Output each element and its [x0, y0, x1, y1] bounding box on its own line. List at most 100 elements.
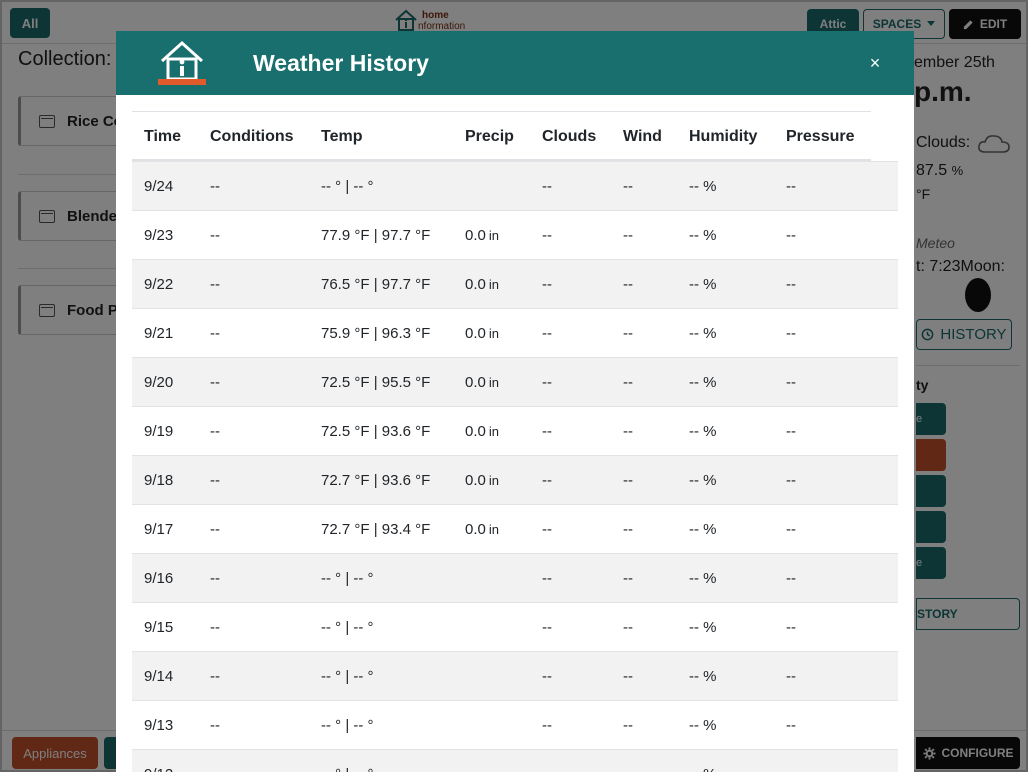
- column-header-humidity[interactable]: Humidity: [689, 112, 757, 161]
- precip-unit: in: [488, 277, 499, 292]
- column-header-conditions[interactable]: Conditions: [210, 112, 294, 161]
- cell-precip: 0.0 in: [465, 407, 499, 456]
- cell-temp: -- ° | -- °: [321, 178, 374, 195]
- cell-clouds: --: [542, 178, 552, 195]
- cell-clouds: --: [542, 717, 552, 734]
- column-header-wind[interactable]: Wind: [623, 112, 662, 161]
- cell-temp: 72.5 °F | 95.5 °F: [321, 374, 431, 391]
- column-header-clouds[interactable]: Clouds: [542, 112, 596, 161]
- cell-time: 9/20: [144, 374, 174, 391]
- cell-clouds: --: [542, 423, 552, 440]
- cell-time: 9/19: [144, 423, 174, 440]
- cell-time: 9/16: [144, 570, 174, 587]
- cell-pressure: --: [786, 750, 796, 772]
- precip-unit: in: [488, 522, 499, 537]
- cell-pressure: --: [786, 668, 796, 685]
- table-row: 9/20 -- 72.5 °F | 95.5 °F 0.0 in -- -- --…: [132, 357, 898, 406]
- table-row: 9/14 -- -- ° | -- ° -- -- -- % --: [132, 651, 898, 700]
- cell-pressure: --: [786, 521, 796, 538]
- cell-time: 9/17: [144, 521, 174, 538]
- precip-value: 0.0: [465, 325, 486, 342]
- precip-value: 0.0: [465, 423, 486, 440]
- precip-unit: in: [488, 326, 499, 341]
- cell-temp: 77.9 °F | 97.7 °F: [321, 227, 431, 244]
- cell-precip: [465, 162, 468, 211]
- table-row: 9/18 -- 72.7 °F | 93.6 °F 0.0 in -- -- --…: [132, 455, 898, 504]
- cell-time: 9/18: [144, 472, 174, 489]
- cell-temp: -- ° | -- °: [321, 717, 374, 734]
- cell-conditions: --: [210, 472, 220, 489]
- cell-conditions: --: [210, 178, 220, 195]
- cell-wind: --: [623, 325, 633, 342]
- cell-clouds: --: [542, 374, 552, 391]
- cell-conditions: --: [210, 570, 220, 587]
- column-header-temp[interactable]: Temp: [321, 112, 362, 161]
- cell-wind: --: [623, 668, 633, 685]
- cell-clouds: --: [542, 227, 552, 244]
- cell-conditions: --: [210, 276, 220, 293]
- cell-clouds: --: [542, 668, 552, 685]
- cell-pressure: --: [786, 178, 796, 195]
- column-header-time[interactable]: Time: [144, 112, 181, 161]
- table-row: 9/24 -- -- ° | -- ° -- -- -- % --: [132, 161, 898, 210]
- cell-precip: 0.0 in: [465, 260, 499, 309]
- cell-clouds: --: [542, 570, 552, 587]
- cell-conditions: --: [210, 227, 220, 244]
- cell-wind: --: [623, 619, 633, 636]
- modal-header: Weather History ×: [116, 31, 914, 95]
- cell-wind: --: [623, 521, 633, 538]
- cell-wind: --: [623, 423, 633, 440]
- modal-title: Weather History: [253, 50, 429, 76]
- cell-wind: --: [623, 227, 633, 244]
- cell-time: 9/13: [144, 717, 174, 734]
- cell-temp: -- ° | -- °: [321, 619, 374, 636]
- cell-time: 9/23: [144, 227, 174, 244]
- cell-time: 9/21: [144, 325, 174, 342]
- cell-wind: --: [623, 750, 633, 772]
- cell-pressure: --: [786, 717, 796, 734]
- precip-value: 0.0: [465, 472, 486, 489]
- table-row: 9/19 -- 72.5 °F | 93.6 °F 0.0 in -- -- --…: [132, 406, 898, 455]
- cell-humidity: -- %: [689, 374, 717, 391]
- cell-humidity: -- %: [689, 227, 717, 244]
- cell-precip: [465, 750, 468, 772]
- table-row: 9/16 -- -- ° | -- ° -- -- -- % --: [132, 553, 898, 602]
- cell-temp: 72.5 °F | 93.6 °F: [321, 423, 431, 440]
- column-header-pressure[interactable]: Pressure: [786, 112, 855, 161]
- cell-clouds: --: [542, 750, 552, 772]
- cell-pressure: --: [786, 227, 796, 244]
- weather-history-modal: Weather History × Time Conditions Temp P…: [116, 31, 914, 772]
- table-header: Time Conditions Temp Precip Clouds Wind …: [132, 112, 871, 161]
- cell-precip: [465, 603, 468, 652]
- house-info-icon: [158, 40, 206, 85]
- column-header-precip[interactable]: Precip: [465, 112, 514, 161]
- cell-pressure: --: [786, 423, 796, 440]
- cell-wind: --: [623, 276, 633, 293]
- precip-value: 0.0: [465, 521, 486, 538]
- cell-pressure: --: [786, 619, 796, 636]
- cell-time: 9/22: [144, 276, 174, 293]
- close-button[interactable]: ×: [866, 53, 884, 73]
- cell-temp: 76.5 °F | 97.7 °F: [321, 276, 431, 293]
- cell-conditions: --: [210, 423, 220, 440]
- cell-temp: -- ° | -- °: [321, 570, 374, 587]
- cell-humidity: -- %: [689, 423, 717, 440]
- precip-value: 0.0: [465, 276, 486, 293]
- cell-temp: 75.9 °F | 96.3 °F: [321, 325, 431, 342]
- cell-conditions: --: [210, 668, 220, 685]
- cell-precip: 0.0 in: [465, 358, 499, 407]
- table-row: 9/13 -- -- ° | -- ° -- -- -- % --: [132, 700, 898, 749]
- table-row: 9/15 -- -- ° | -- ° -- -- -- % --: [132, 602, 898, 651]
- cell-clouds: --: [542, 472, 552, 489]
- cell-humidity: -- %: [689, 325, 717, 342]
- cell-precip: 0.0 in: [465, 309, 499, 358]
- cell-pressure: --: [786, 472, 796, 489]
- cell-pressure: --: [786, 374, 796, 391]
- cell-clouds: --: [542, 521, 552, 538]
- cell-humidity: -- %: [689, 668, 717, 685]
- precip-value: 0.0: [465, 374, 486, 391]
- precip-unit: in: [488, 473, 499, 488]
- cell-temp: 72.7 °F | 93.4 °F: [321, 521, 431, 538]
- cell-conditions: --: [210, 374, 220, 391]
- cell-pressure: --: [786, 325, 796, 342]
